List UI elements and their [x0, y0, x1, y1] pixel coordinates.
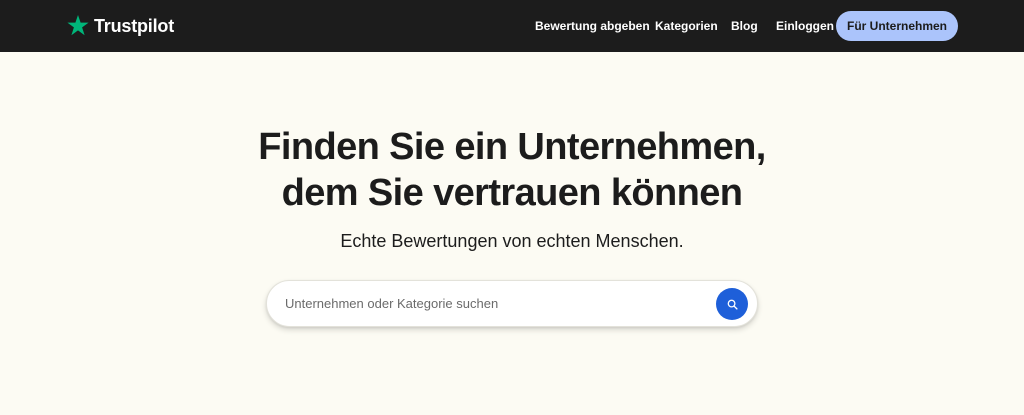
nav-link-write-review[interactable]: Bewertung abgeben	[535, 19, 650, 33]
search-button[interactable]	[716, 288, 748, 320]
nav-link-categories[interactable]: Kategorien	[655, 19, 718, 33]
hero-subtitle: Echte Bewertungen von echten Menschen.	[340, 231, 684, 251]
search-icon	[727, 299, 738, 310]
hero-title: Finden Sie ein Unternehmen, dem Sie vert…	[0, 124, 1024, 216]
hero-title-line-2: dem Sie vertrauen können	[281, 172, 743, 214]
star-logo-icon	[67, 15, 89, 36]
trustpilot-logo-link[interactable]: Trustpilot	[66, 12, 174, 40]
brand-name: Trustpilot	[94, 15, 174, 36]
top-navigation-bar: Trustpilot Bewertung abgeben Kategorien …	[0, 0, 1024, 52]
nav-link-login[interactable]: Einloggen	[776, 19, 834, 33]
for-businesses-button[interactable]: Für Unternehmen	[836, 11, 958, 41]
search-input[interactable]	[285, 281, 705, 326]
search-bar	[266, 280, 758, 327]
hero-title-line-1: Finden Sie ein Unternehmen,	[258, 126, 766, 168]
nav-link-blog[interactable]: Blog	[731, 19, 758, 33]
